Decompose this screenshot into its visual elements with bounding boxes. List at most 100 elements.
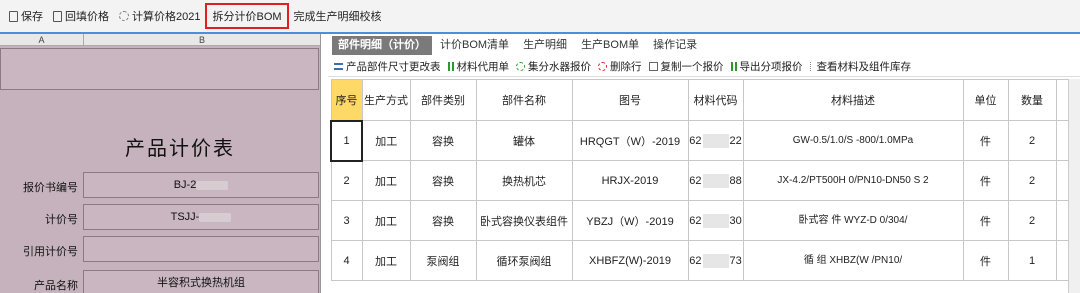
production-check-button[interactable]: 完成生产明细校核 bbox=[289, 5, 387, 27]
merged-header-cell[interactable] bbox=[0, 48, 319, 90]
vertical-scrollbar[interactable] bbox=[1068, 79, 1080, 293]
list-icon bbox=[334, 63, 343, 70]
column-header-b[interactable]: B bbox=[84, 34, 320, 46]
cell-mode[interactable]: 加工 bbox=[361, 120, 411, 161]
split-bom-button[interactable]: 拆分计价BOM bbox=[205, 3, 289, 29]
manifold-quote-button[interactable]: 集分水器报价 bbox=[516, 59, 591, 74]
tab-part-detail[interactable]: 部件明细（计价） bbox=[332, 36, 432, 55]
cell-seq[interactable]: 3 bbox=[330, 200, 363, 241]
cell-drawing[interactable]: XHBFZ(W)-2019 bbox=[571, 240, 689, 281]
cell-seq[interactable]: 4 bbox=[330, 240, 363, 281]
redaction bbox=[196, 180, 229, 190]
cell-qty[interactable]: 2 bbox=[1007, 160, 1057, 201]
size-change-button[interactable]: 产品部件尺寸更改表 bbox=[334, 59, 441, 74]
header-extra bbox=[1055, 79, 1069, 121]
detail-panel: 部件明细（计价） 计价BOM清单 生产明细 生产BOM单 操作记录 产品部件尺寸… bbox=[328, 34, 1080, 293]
header-material-desc[interactable]: 材料描述 bbox=[742, 79, 964, 121]
header-unit[interactable]: 单位 bbox=[962, 79, 1009, 121]
grid-header-row: 序号 生产方式 部件类别 部件名称 图号 材料代码 材料描述 单位 数量 bbox=[330, 79, 1069, 121]
copy-icon bbox=[648, 62, 658, 71]
material-substitute-button[interactable]: 材料代用单 bbox=[447, 59, 509, 74]
cell-category[interactable]: 容换 bbox=[409, 200, 477, 241]
product-name-cell[interactable]: 半容积式换热机组 bbox=[83, 270, 319, 293]
redaction bbox=[702, 253, 729, 268]
document-icon bbox=[9, 10, 18, 22]
save-button[interactable]: 保存 bbox=[4, 5, 48, 27]
header-category[interactable]: 部件类别 bbox=[409, 79, 477, 121]
quote-number-cell[interactable]: BJ-2 bbox=[83, 172, 319, 198]
tab-operation-log[interactable]: 操作记录 bbox=[647, 36, 703, 55]
column-header-a[interactable]: A bbox=[0, 34, 84, 46]
document-icon bbox=[53, 10, 62, 22]
cell-unit[interactable]: 件 bbox=[962, 120, 1009, 161]
main-toolbar: 保存 回填价格 计算价格2021 拆分计价BOM 完成生产明细校核 bbox=[0, 0, 1080, 34]
spinner-icon bbox=[598, 62, 607, 71]
export-quote-button[interactable]: 导出分项报价 bbox=[730, 59, 803, 74]
cell-part-name[interactable]: 罐体 bbox=[475, 120, 573, 161]
header-qty[interactable]: 数量 bbox=[1007, 79, 1057, 121]
cell-drawing[interactable]: HRJX-2019 bbox=[571, 160, 689, 201]
cell-part-name[interactable]: 换热机芯 bbox=[475, 160, 573, 201]
cell-part-name[interactable]: 循环泵阀组 bbox=[475, 240, 573, 281]
column-icon bbox=[447, 62, 454, 71]
spinner-icon bbox=[119, 11, 129, 21]
copy-quote-button[interactable]: 复制一个报价 bbox=[648, 59, 724, 74]
quote-number-label: 报价书编号 bbox=[23, 182, 78, 194]
tab-production-detail[interactable]: 生产明细 bbox=[517, 36, 573, 55]
cell-seq[interactable]: 1 bbox=[330, 119, 363, 162]
tab-bar: 部件明细（计价） 计价BOM清单 生产明细 生产BOM单 操作记录 bbox=[328, 34, 1080, 55]
table-row[interactable]: 2 加工 容换 换热机芯 HRJX-2019 62 88 JX-4.2/PT500… bbox=[330, 160, 1069, 201]
calc-price-2021-button[interactable]: 计算价格2021 bbox=[114, 5, 205, 27]
cell-qty[interactable]: 2 bbox=[1007, 120, 1057, 161]
cell-category[interactable]: 容换 bbox=[409, 120, 477, 161]
tab-pricing-bom[interactable]: 计价BOM清单 bbox=[434, 36, 515, 55]
cell-mode[interactable]: 加工 bbox=[361, 160, 411, 201]
cell-qty[interactable]: 2 bbox=[1007, 200, 1057, 241]
redaction bbox=[199, 212, 232, 222]
redaction bbox=[702, 213, 729, 228]
spinner-icon bbox=[516, 62, 525, 71]
cell-extra bbox=[1055, 240, 1069, 281]
table-row[interactable]: 1 加工 容换 罐体 HRQGT（W）-2019 62 22 GW-0.5/1.0… bbox=[330, 119, 1069, 162]
cell-material-desc[interactable]: JX-4.2/PT500H 0/PN10-DN50 S 2 bbox=[742, 160, 964, 201]
cell-mode[interactable]: 加工 bbox=[361, 240, 411, 281]
cell-drawing[interactable]: YBZJ（W）-2019 bbox=[571, 200, 689, 241]
cell-unit[interactable]: 件 bbox=[962, 200, 1009, 241]
spreadsheet-panel: A B 产品计价表 报价书编号 BJ-2 计价号 TSJJ- 引用计价号 产品名… bbox=[0, 34, 321, 293]
cell-material-desc[interactable]: GW-0.5/1.0/S -800/1.0MPa bbox=[742, 120, 964, 161]
cell-part-name[interactable]: 卧式容换仪表组件 bbox=[475, 200, 573, 241]
delete-row-button[interactable]: 删除行 bbox=[598, 59, 642, 74]
detail-toolbar: 产品部件尺寸更改表 材料代用单 集分水器报价 删除行 复制一个报价 导出分项报价… bbox=[328, 57, 1080, 77]
table-row[interactable]: 4 加工 泵阀组 循环泵阀组 XHBFZ(W)-2019 62 73 循 组 XH… bbox=[330, 240, 1069, 281]
header-mode[interactable]: 生产方式 bbox=[361, 79, 411, 121]
cell-unit[interactable]: 件 bbox=[962, 240, 1009, 281]
ref-pricing-number-cell[interactable] bbox=[83, 236, 319, 262]
cell-material-code[interactable]: 62 73 bbox=[687, 240, 744, 281]
cell-material-desc[interactable]: 卧式容 件 WYZ-D 0/304/ bbox=[742, 200, 964, 241]
tab-production-bom[interactable]: 生产BOM单 bbox=[575, 36, 645, 55]
cell-material-code[interactable]: 62 22 bbox=[687, 120, 744, 161]
cell-seq[interactable]: 2 bbox=[330, 160, 363, 201]
header-seq[interactable]: 序号 bbox=[330, 79, 363, 121]
header-material-code[interactable]: 材料代码 bbox=[687, 79, 744, 121]
cell-category[interactable]: 容换 bbox=[409, 160, 477, 201]
cell-qty[interactable]: 1 bbox=[1007, 240, 1057, 281]
cell-extra bbox=[1055, 160, 1069, 201]
pricing-number-label: 计价号 bbox=[45, 214, 78, 226]
header-drawing[interactable]: 图号 bbox=[571, 79, 689, 121]
sheet-title: 产品计价表 bbox=[125, 136, 235, 160]
cell-material-code[interactable]: 62 30 bbox=[687, 200, 744, 241]
cell-category[interactable]: 泵阀组 bbox=[409, 240, 477, 281]
cell-material-code[interactable]: 62 88 bbox=[687, 160, 744, 201]
redaction bbox=[702, 173, 729, 188]
pricing-number-cell[interactable]: TSJJ- bbox=[83, 204, 319, 230]
cell-material-desc[interactable]: 循 组 XHBZ(W /PN10/ bbox=[742, 240, 964, 281]
view-inventory-button[interactable]: 查看材料及组件库存 bbox=[809, 59, 911, 74]
table-row[interactable]: 3 加工 容换 卧式容换仪表组件 YBZJ（W）-2019 62 30 卧式容 件… bbox=[330, 200, 1069, 241]
cell-unit[interactable]: 件 bbox=[962, 160, 1009, 201]
cell-extra bbox=[1055, 120, 1069, 161]
backfill-price-button[interactable]: 回填价格 bbox=[48, 5, 114, 27]
header-part-name[interactable]: 部件名称 bbox=[475, 79, 573, 121]
cell-drawing[interactable]: HRQGT（W）-2019 bbox=[571, 120, 689, 161]
cell-mode[interactable]: 加工 bbox=[361, 200, 411, 241]
